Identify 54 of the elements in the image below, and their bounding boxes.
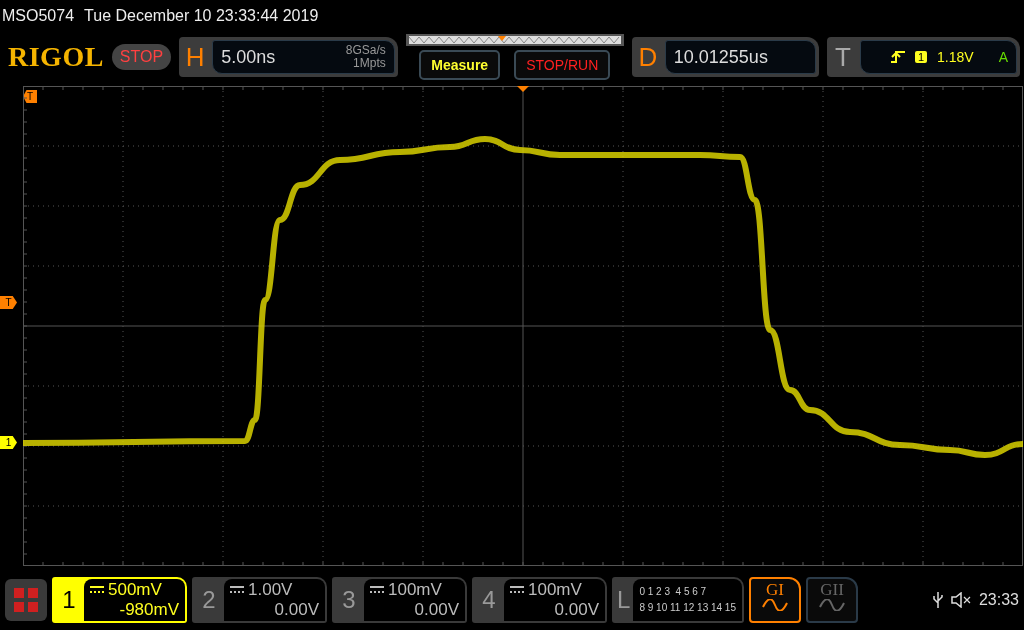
trigger-level: 1.18V: [937, 49, 974, 65]
stop-run-button[interactable]: STOP/RUN: [514, 50, 611, 80]
channel-panel[interactable]: 1 500mV -980mV: [52, 577, 187, 623]
trigger-mode: A: [998, 49, 1008, 65]
channel-scale: 500mV: [108, 580, 162, 600]
model-name: MSO5074: [2, 7, 75, 25]
logic-label: L: [616, 585, 632, 615]
delay-panel[interactable]: D 10.01255us: [631, 37, 819, 77]
sine-wave-icon: [762, 599, 788, 611]
delay-label: D: [637, 41, 659, 73]
measure-button[interactable]: Measure: [419, 50, 501, 80]
clock-time: 23:33: [978, 591, 1019, 609]
channel-offset: 0.00V: [414, 600, 459, 620]
rising-edge-icon: [890, 50, 905, 64]
dc-coupling-icon: [510, 586, 524, 594]
channel-scale: 100mV: [388, 580, 442, 600]
dc-coupling-icon: [370, 586, 384, 594]
trigger-source-badge: 1: [914, 51, 928, 63]
dc-coupling-icon: [90, 586, 104, 594]
horizontal-label: H: [184, 41, 206, 73]
logic-channel-numbers: 8 9 10 11 12 13 14 15: [639, 601, 736, 615]
run-state-badge: STOP: [111, 44, 172, 70]
sample-rate: 8GSa/s: [345, 44, 386, 57]
channel-offset: -980mV: [119, 600, 179, 620]
channel-scale: 1.00V: [248, 580, 293, 600]
channel-scale: 100mV: [528, 580, 582, 600]
channel-offset: 0.00V: [554, 600, 599, 620]
channel-offset: 0.00V: [274, 600, 319, 620]
channel-number: 3: [341, 585, 357, 615]
trigger-label: T: [834, 41, 852, 73]
delay-value: 10.01255us: [673, 46, 768, 68]
timebase-value: 5.00ns: [221, 46, 276, 68]
channel-offset-marker[interactable]: 1: [0, 436, 17, 449]
speaker-muted-icon: [950, 592, 971, 608]
horizontal-panel[interactable]: H 5.00ns 8GSa/s 1Mpts: [179, 37, 398, 77]
sine-wave-icon: [819, 599, 845, 611]
channel-number: 4: [481, 585, 497, 615]
channel-panel[interactable]: 2 1.00V 0.00V: [192, 577, 327, 623]
channel-number: 1: [61, 585, 77, 615]
channel-panel[interactable]: 3 100mV 0.00V: [332, 577, 467, 623]
trigger-level-marker[interactable]: T: [0, 296, 17, 309]
memory-depth: 1Mpts: [352, 57, 386, 70]
four-squares-icon: [14, 588, 38, 612]
usb-icon: [932, 591, 943, 609]
logic-channel-numbers: 0 1 2 3 4 5 6 7: [639, 585, 708, 599]
brand-logo: RIGOL: [8, 41, 104, 73]
channel-panel[interactable]: 4 100mV 0.00V: [472, 577, 607, 623]
channel-number: 2: [201, 585, 217, 615]
menu-button[interactable]: [5, 579, 47, 621]
date-time: Tue December 10 23:33:44 2019: [84, 7, 319, 25]
dc-coupling-icon: [230, 586, 244, 594]
trigger-panel[interactable]: T 1 1.18V A: [826, 37, 1020, 77]
generator-button[interactable]: GI: [749, 577, 801, 623]
trigger-time-pointer-icon: [517, 86, 529, 92]
